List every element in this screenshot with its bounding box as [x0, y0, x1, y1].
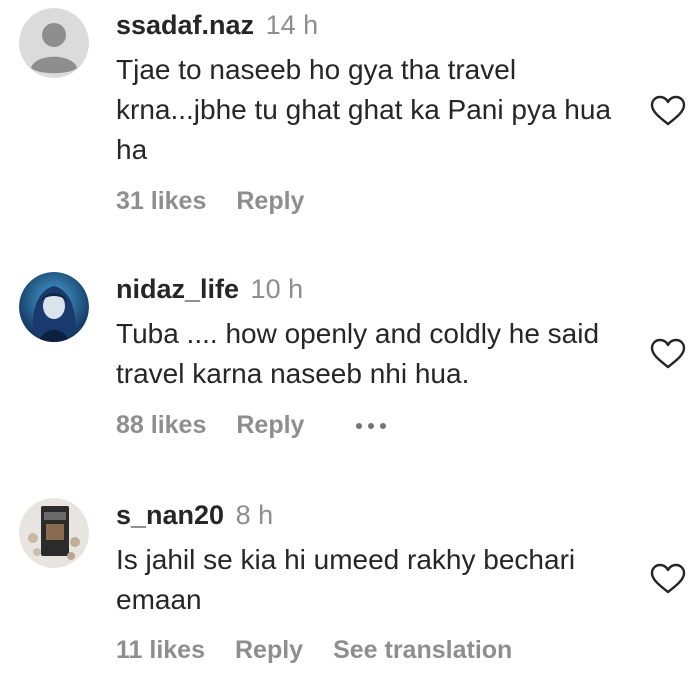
comment-header: nidaz_life 10 h	[116, 272, 636, 306]
comment-item: nidaz_life 10 h Tuba .... how openly and…	[0, 232, 696, 458]
reply-button[interactable]: Reply	[236, 187, 304, 216]
avatar[interactable]	[19, 498, 89, 568]
timestamp: 8 h	[235, 500, 274, 530]
comment-actions: 11 likes Reply See translation	[116, 636, 542, 665]
avatar[interactable]	[19, 272, 89, 342]
comment-text: Is jahil se kia hi umeed rakhy bechari e…	[116, 544, 576, 615]
likes-count[interactable]: 11 likes	[116, 636, 205, 665]
reply-button[interactable]: Reply	[236, 411, 304, 440]
avatar[interactable]	[19, 8, 89, 78]
reply-button[interactable]: Reply	[235, 636, 303, 665]
likes-count[interactable]: 88 likes	[116, 411, 206, 440]
comment-item: ssadaf.naz 14 h Tjae to naseeb ho gya th…	[0, 0, 696, 232]
default-avatar-icon	[19, 8, 89, 78]
timestamp: 14 h	[265, 10, 319, 40]
comment-text: Tjae to naseeb ho gya tha travel krna...…	[116, 54, 612, 165]
comment-text: Tuba .... how openly and coldly he said …	[116, 318, 600, 389]
comment-item: s_nan20 8 h Is jahil se kia hi umeed rak…	[0, 458, 696, 682]
product-photo	[19, 498, 89, 568]
comment-actions: 31 likes Reply	[116, 187, 334, 216]
heart-icon[interactable]	[650, 563, 686, 595]
comment-actions: 88 likes Reply	[116, 411, 387, 440]
heart-icon[interactable]	[650, 95, 686, 127]
username[interactable]: s_nan20	[116, 500, 224, 530]
username[interactable]: nidaz_life	[116, 274, 239, 304]
heart-icon[interactable]	[650, 338, 686, 370]
likes-count[interactable]: 31 likes	[116, 187, 206, 216]
profile-photo	[19, 272, 89, 342]
comment-header: s_nan20 8 h	[116, 498, 636, 532]
comment-header: ssadaf.naz 14 h	[116, 8, 636, 42]
comment-content: nidaz_life 10 h Tuba .... how openly and…	[116, 272, 636, 394]
see-translation-button[interactable]: See translation	[333, 636, 512, 665]
comment-content: s_nan20 8 h Is jahil se kia hi umeed rak…	[116, 498, 636, 620]
more-options-icon[interactable]	[356, 422, 387, 429]
username[interactable]: ssadaf.naz	[116, 10, 254, 40]
comment-content: ssadaf.naz 14 h Tjae to naseeb ho gya th…	[116, 8, 636, 170]
timestamp: 10 h	[250, 274, 304, 304]
